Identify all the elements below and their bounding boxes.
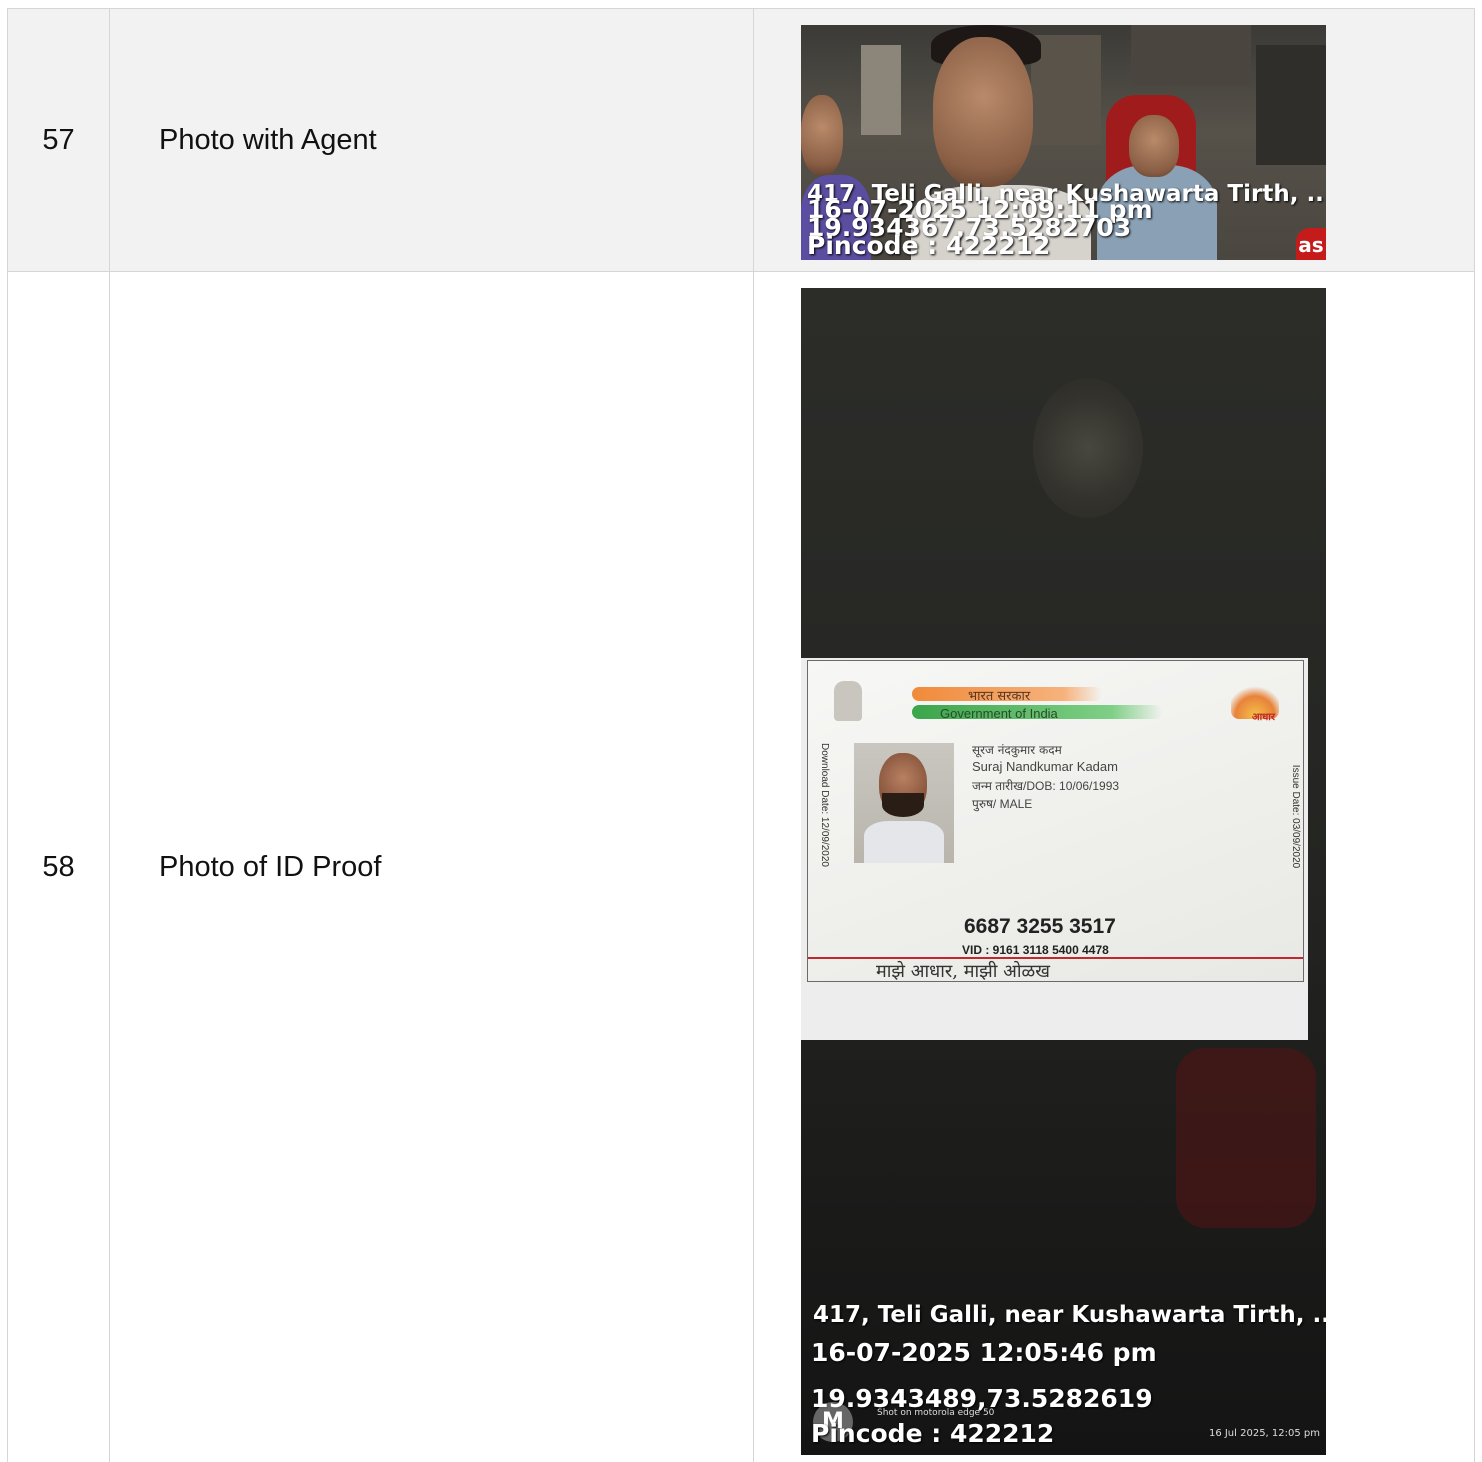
agent-photo[interactable]: 417, Teli Galli, near Kushawarta Tirth, … bbox=[801, 25, 1326, 260]
card-slogan: माझे आधार, माझी ओळख bbox=[876, 961, 1050, 982]
photo-cell: भारत सरकार Government of India आधार Down… bbox=[754, 272, 1474, 1462]
id-proof-photo[interactable]: भारत सरकार Government of India आधार Down… bbox=[801, 288, 1326, 1455]
holder-shirt bbox=[864, 821, 944, 863]
verification-table: 57 Photo with Agent 417, Teli Galli, nea… bbox=[7, 8, 1475, 1462]
red-reflection bbox=[1176, 1048, 1316, 1228]
overlay-address: 417, Teli Galli, near Kushawarta Tirth, … bbox=[813, 1302, 1326, 1328]
gov-title-english: Government of India bbox=[940, 706, 1058, 721]
row-label: Photo of ID Proof bbox=[110, 272, 754, 1462]
table-row: 57 Photo with Agent 417, Teli Galli, nea… bbox=[8, 9, 1474, 272]
holder-photo bbox=[854, 743, 954, 863]
shot-on-caption: Shot on motorola edge 50 bbox=[877, 1408, 995, 1418]
gov-title-hindi: भारत सरकार bbox=[968, 689, 1031, 704]
shelf-shape bbox=[861, 45, 901, 135]
overlay-pincode: Pincode : 422212 bbox=[811, 1419, 1055, 1448]
shelf-shape bbox=[1031, 35, 1101, 145]
brand-badge: as bbox=[1296, 228, 1326, 260]
overlay-pincode: Pincode : 422212 bbox=[807, 231, 1051, 260]
photo-cell: 417, Teli Galli, near Kushawarta Tirth, … bbox=[754, 9, 1474, 271]
aadhaar-card: भारत सरकार Government of India आधार Down… bbox=[807, 660, 1304, 982]
shelf-shape bbox=[1131, 25, 1251, 85]
person-face bbox=[933, 37, 1033, 187]
holder-name: Suraj Nandkumar Kadam bbox=[972, 759, 1118, 774]
person-face bbox=[1129, 115, 1179, 177]
person-face bbox=[801, 95, 843, 175]
aadhaar-logo-word: आधार bbox=[1251, 712, 1275, 723]
holder-dob: जन्म तारीख/DOB: 10/06/1993 bbox=[972, 779, 1120, 793]
row-number: 57 bbox=[8, 9, 110, 271]
holder-beard bbox=[882, 793, 924, 817]
emblem-icon bbox=[834, 681, 862, 721]
aadhaar-number: 6687 3255 3517 bbox=[964, 915, 1116, 938]
shelf-shape bbox=[1256, 45, 1326, 165]
camera-lens-blur bbox=[1033, 378, 1143, 518]
issue-date: Issue Date: 03/09/2020 bbox=[1289, 764, 1301, 869]
holder-name-local: सूरज नंदकुमार कदम bbox=[972, 743, 1062, 757]
download-date: Download Date: 12/09/2020 bbox=[819, 743, 830, 867]
row-label: Photo with Agent bbox=[110, 9, 754, 271]
row-number: 58 bbox=[8, 272, 110, 1462]
camera-date-stamp: 16 Jul 2025, 12:05 pm bbox=[1208, 1428, 1320, 1439]
table-row: 58 Photo of ID Proof भारत सरकार Governme… bbox=[8, 272, 1474, 1462]
overlay-datetime: 16-07-2025 12:05:46 pm bbox=[811, 1338, 1157, 1367]
holder-gender: पुरुष/ MALE bbox=[972, 797, 1033, 811]
aadhaar-vid: VID : 9161 3118 5400 4478 bbox=[962, 943, 1109, 957]
